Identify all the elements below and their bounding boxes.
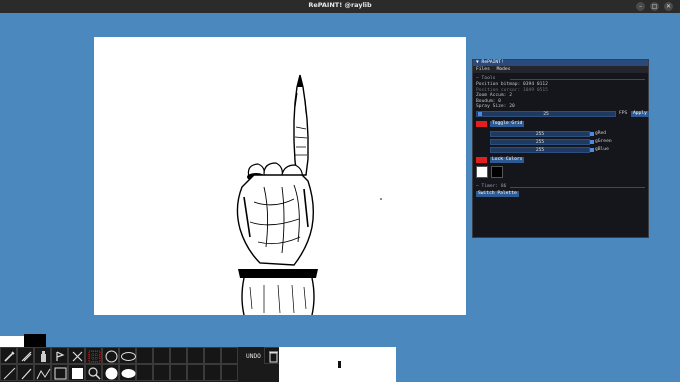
spray-tool[interactable] [34,347,51,364]
filled-ellipse-icon [121,369,136,378]
green-label: gGreen [595,138,612,144]
secondary-color-swatch[interactable] [491,165,503,178]
fps-slider[interactable]: 25 [476,110,616,117]
drawing-canvas[interactable] [94,37,466,315]
fps-slider-handle[interactable] [478,111,482,116]
hand-drawing [236,74,382,315]
menu-modes[interactable]: Modes [497,67,511,72]
current-colors [0,334,48,348]
empty-slot-1[interactable] [136,347,153,364]
preview-mark [338,361,341,368]
fill-tool[interactable] [51,347,68,364]
blue-slider[interactable]: 255 [490,146,594,153]
toggle-grid-button[interactable]: Toggle Grid [490,120,525,127]
fps-label: FPS [619,110,628,116]
undo-button[interactable]: UNDO [246,353,261,360]
secondary-color-indicator[interactable] [24,334,46,348]
panel-menu: Files Modes [473,66,648,73]
brush-icon [21,351,32,362]
spray-icon [41,351,46,362]
empty-slot-7[interactable] [136,364,153,381]
green-slider-handle[interactable] [590,139,594,144]
window-title: RePAINT! @raylib [308,1,372,9]
grid-color-swatch[interactable] [476,120,487,127]
red-slider[interactable]: 255 [490,130,594,137]
control-panel: ▼ RePAINT! Files Modes — Tools Position … [472,59,649,238]
empty-slot-4[interactable] [187,347,204,364]
empty-slot-2[interactable] [153,347,170,364]
pen-icon [21,368,32,380]
red-label: gRed [595,130,607,136]
ellipse-outline-tool[interactable] [119,347,136,364]
spray-size: Spray Size: 20 [476,104,515,110]
menu-files[interactable]: Files [476,67,490,72]
empty-slot-5[interactable] [204,347,221,364]
blue-slider-handle[interactable] [590,147,594,152]
switch-palette-row: Switch Palette [476,190,645,198]
rectangle-outline-tool[interactable] [51,364,68,381]
timer-section-header: — Timer: 86 [476,184,645,190]
blue-row: 255 gBlue [476,146,645,154]
minimize-icon[interactable]: – [636,2,645,11]
blue-label: gBlue [595,146,609,152]
pencil-tool[interactable] [0,347,17,364]
grid-icon [88,350,101,363]
brush-tool[interactable] [17,347,34,364]
empty-slot-11[interactable] [204,364,221,381]
pencil-icon [4,351,15,362]
primary-color-swatch[interactable] [476,165,488,178]
polyline-tool[interactable] [34,364,51,381]
empty-slot-12[interactable] [221,364,238,381]
tools-section-header: — Tools [476,76,645,82]
ellipse-icon [121,352,136,361]
lock-color-swatch[interactable] [476,156,487,163]
magnifier-icon [88,367,101,380]
line-tool[interactable] [0,364,17,381]
lock-colors-button[interactable]: Lock Colors [490,156,525,163]
rectangle-icon [54,367,67,380]
rectangle-fill-tool[interactable] [68,364,85,381]
circle-fill-tool[interactable] [102,364,119,381]
apply-button[interactable]: Apply [631,110,649,117]
close-icon[interactable]: ✕ [664,2,673,11]
zoom-tool[interactable] [85,364,102,381]
ellipse-fill-tool[interactable] [119,364,136,381]
line-icon [3,367,16,380]
empty-slot-6[interactable] [221,347,238,364]
grid-tool[interactable] [85,347,102,364]
circle-outline-tool[interactable] [102,347,119,364]
filled-circle-icon [105,367,118,380]
pen-tool[interactable] [17,364,34,381]
color-swatches-row [476,165,645,179]
lock-colors-row: Lock Colors [476,156,645,164]
green-slider[interactable]: 255 [490,138,594,145]
green-row: 255 gGreen [476,138,645,146]
toggle-grid-row: Toggle Grid [476,120,645,128]
brush-preview [279,347,396,382]
scissors-icon [72,351,83,362]
switch-palette-button[interactable]: Switch Palette [476,190,519,197]
tool-palette: UNDO [0,347,281,382]
cut-tool[interactable] [68,347,85,364]
empty-slot-3[interactable] [170,347,187,364]
bucket-icon [56,351,65,361]
empty-slot-10[interactable] [187,364,204,381]
red-row: 255 gRed [476,130,645,138]
circle-icon [105,350,118,363]
polyline-icon [36,368,51,380]
window-titlebar: RePAINT! @raylib – □ ✕ [0,0,680,13]
filled-rectangle-icon [72,368,83,379]
red-slider-handle[interactable] [590,131,594,136]
empty-slot-9[interactable] [170,364,187,381]
maximize-icon[interactable]: □ [650,2,659,11]
empty-slot-8[interactable] [153,364,170,381]
fps-row: 25 FPS Apply [476,110,649,118]
